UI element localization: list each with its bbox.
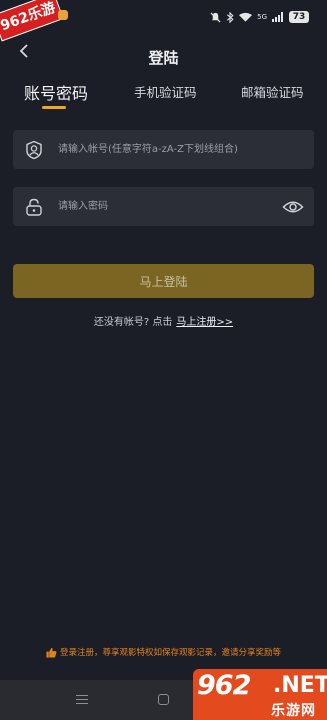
site-logo: 962 .NET 乐游网 xyxy=(193,669,327,720)
login-button[interactable]: 马上登陆 xyxy=(13,264,314,298)
site-logo-subtitle: 乐游网 xyxy=(271,703,316,719)
account-input[interactable] xyxy=(58,130,314,169)
benefit-tip-text: 登录注册，尊享观影特权如保存观影记录，邀请分享奖励等 xyxy=(59,648,281,658)
tab-account-password[interactable]: 账号密码 xyxy=(24,80,88,104)
show-password-eye-icon[interactable] xyxy=(282,196,304,218)
register-prompt: 还没有帐号? 点击 马上注册>> xyxy=(0,313,327,328)
account-field xyxy=(13,130,314,169)
password-input[interactable] xyxy=(58,187,282,226)
status-bar: 962乐游 5G 73 xyxy=(0,0,327,41)
notification-icon xyxy=(58,10,68,20)
user-icon xyxy=(26,140,42,159)
site-logo-suffix: .NET xyxy=(273,673,327,698)
lock-icon xyxy=(26,198,42,216)
password-field xyxy=(13,187,314,226)
battery-indicator: 73 xyxy=(289,11,309,23)
login-screen: 962乐游 5G 73 登陆 账号密码 手机验证码 邮箱验证码 请输入帐号(任意… xyxy=(0,0,327,720)
wifi-icon xyxy=(239,12,253,22)
thumbs-up-icon xyxy=(46,647,57,658)
recent-apps-icon[interactable] xyxy=(76,695,88,705)
register-prompt-text: 还没有帐号? 点击 xyxy=(93,317,173,328)
tab-phone-code[interactable]: 手机验证码 xyxy=(134,82,197,101)
home-icon[interactable] xyxy=(158,694,169,705)
network-type: 5G xyxy=(257,12,267,21)
watermark-badge: 962乐游 xyxy=(0,0,63,41)
active-tab-indicator xyxy=(42,106,66,109)
page-title: 登陆 xyxy=(148,49,179,67)
site-logo-number: 962 xyxy=(197,670,251,701)
status-icons: 5G 73 xyxy=(210,10,309,24)
signal-icon xyxy=(272,12,283,22)
login-method-tabs: 账号密码 手机验证码 邮箱验证码 xyxy=(0,82,327,112)
benefit-tip: 登录注册，尊享观影特权如保存观影记录，邀请分享奖励等 xyxy=(0,646,327,658)
bluetooth-icon xyxy=(227,11,234,23)
register-link[interactable]: 马上注册>> xyxy=(176,317,233,328)
mute-icon xyxy=(210,11,221,23)
tab-email-code[interactable]: 邮箱验证码 xyxy=(241,82,304,101)
